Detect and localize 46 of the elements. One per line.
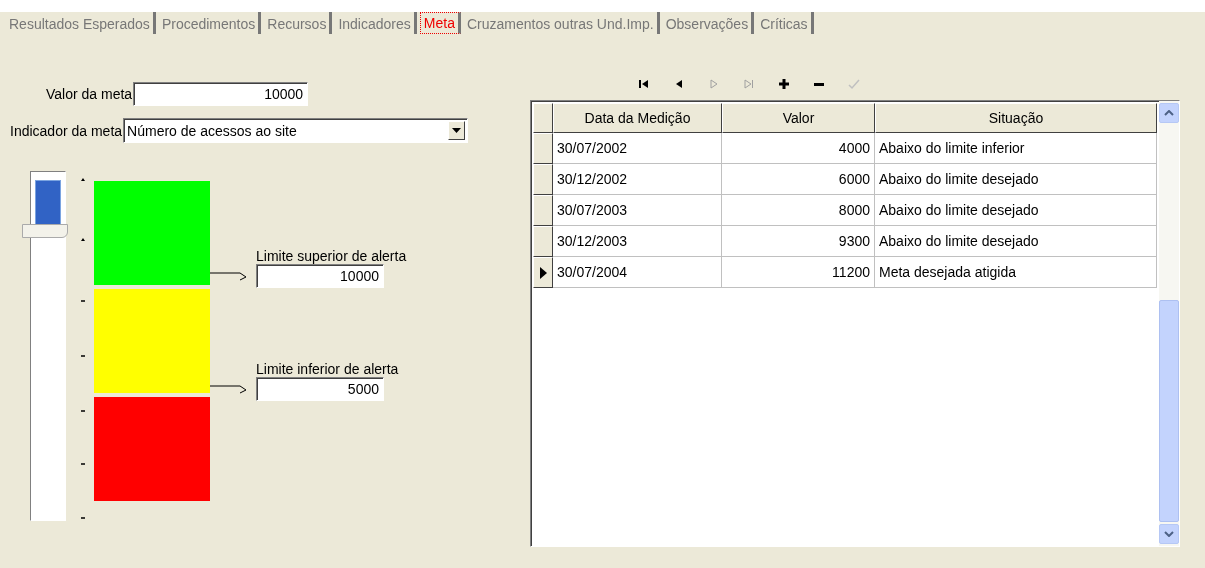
current-row-icon (539, 266, 547, 279)
table-cell: 6000 (722, 164, 875, 195)
table-cell: 30/12/2003 (553, 226, 722, 257)
row-indicator[interactable] (533, 195, 553, 226)
minus-icon (814, 82, 824, 86)
scroll-up-button[interactable] (1159, 103, 1179, 123)
lower-limit-field[interactable]: 5000 (256, 377, 384, 401)
table-cell: 8000 (722, 195, 875, 226)
table-cell: 30/07/2003 (553, 195, 722, 226)
scroll-down-button[interactable] (1159, 524, 1179, 544)
table-cell: 9300 (722, 226, 875, 257)
table-cell: 30/12/2002 (553, 164, 722, 195)
table-cell: Abaixo do limite desejado (875, 195, 1157, 226)
table-cell: Meta desejada atigida (875, 257, 1157, 288)
column-header[interactable]: Situação (875, 103, 1157, 133)
header-corner (533, 103, 553, 133)
upper-limit-field[interactable]: 10000 (256, 264, 384, 288)
table-cell: Abaixo do limite inferior (875, 133, 1157, 164)
row-indicator[interactable] (533, 257, 553, 288)
table-cell: Abaixo do limite desejado (875, 226, 1157, 257)
chevron-down-icon (1164, 531, 1174, 537)
table-cell: Abaixo do limite desejado (875, 164, 1157, 195)
field-label: Valor da meta (46, 86, 134, 102)
column-header[interactable]: Data da Medição (553, 103, 722, 133)
tab[interactable]: Meta (419, 12, 461, 34)
table-cell: 11200 (722, 257, 875, 288)
insert-icon (776, 76, 792, 91)
field-label: Limite inferior de alerta (256, 361, 399, 377)
indicator-dropdown[interactable]: Número de acessos ao site (123, 118, 469, 143)
scroll-thumb[interactable] (1159, 300, 1179, 522)
row-indicator[interactable] (533, 164, 553, 195)
table-cell: 30/07/2002 (553, 133, 722, 164)
column-header[interactable]: Valor (722, 103, 875, 133)
scrollbar[interactable] (1159, 101, 1179, 546)
field-label: Indicador da meta (10, 122, 124, 139)
row-indicator[interactable] (533, 133, 553, 164)
arrow-icon (210, 384, 248, 394)
field-label: Limite superior de alerta (256, 248, 407, 264)
dropdown-arrow-icon (452, 128, 462, 133)
row-indicator[interactable] (533, 226, 553, 257)
table-cell: 30/07/2004 (553, 257, 722, 288)
chevron-up-icon (1164, 110, 1174, 116)
table-cell: 4000 (722, 133, 875, 164)
goal-value-field[interactable]: 10000 (133, 82, 309, 106)
slider-thumb[interactable] (22, 224, 68, 239)
arrow-icon (210, 271, 248, 281)
